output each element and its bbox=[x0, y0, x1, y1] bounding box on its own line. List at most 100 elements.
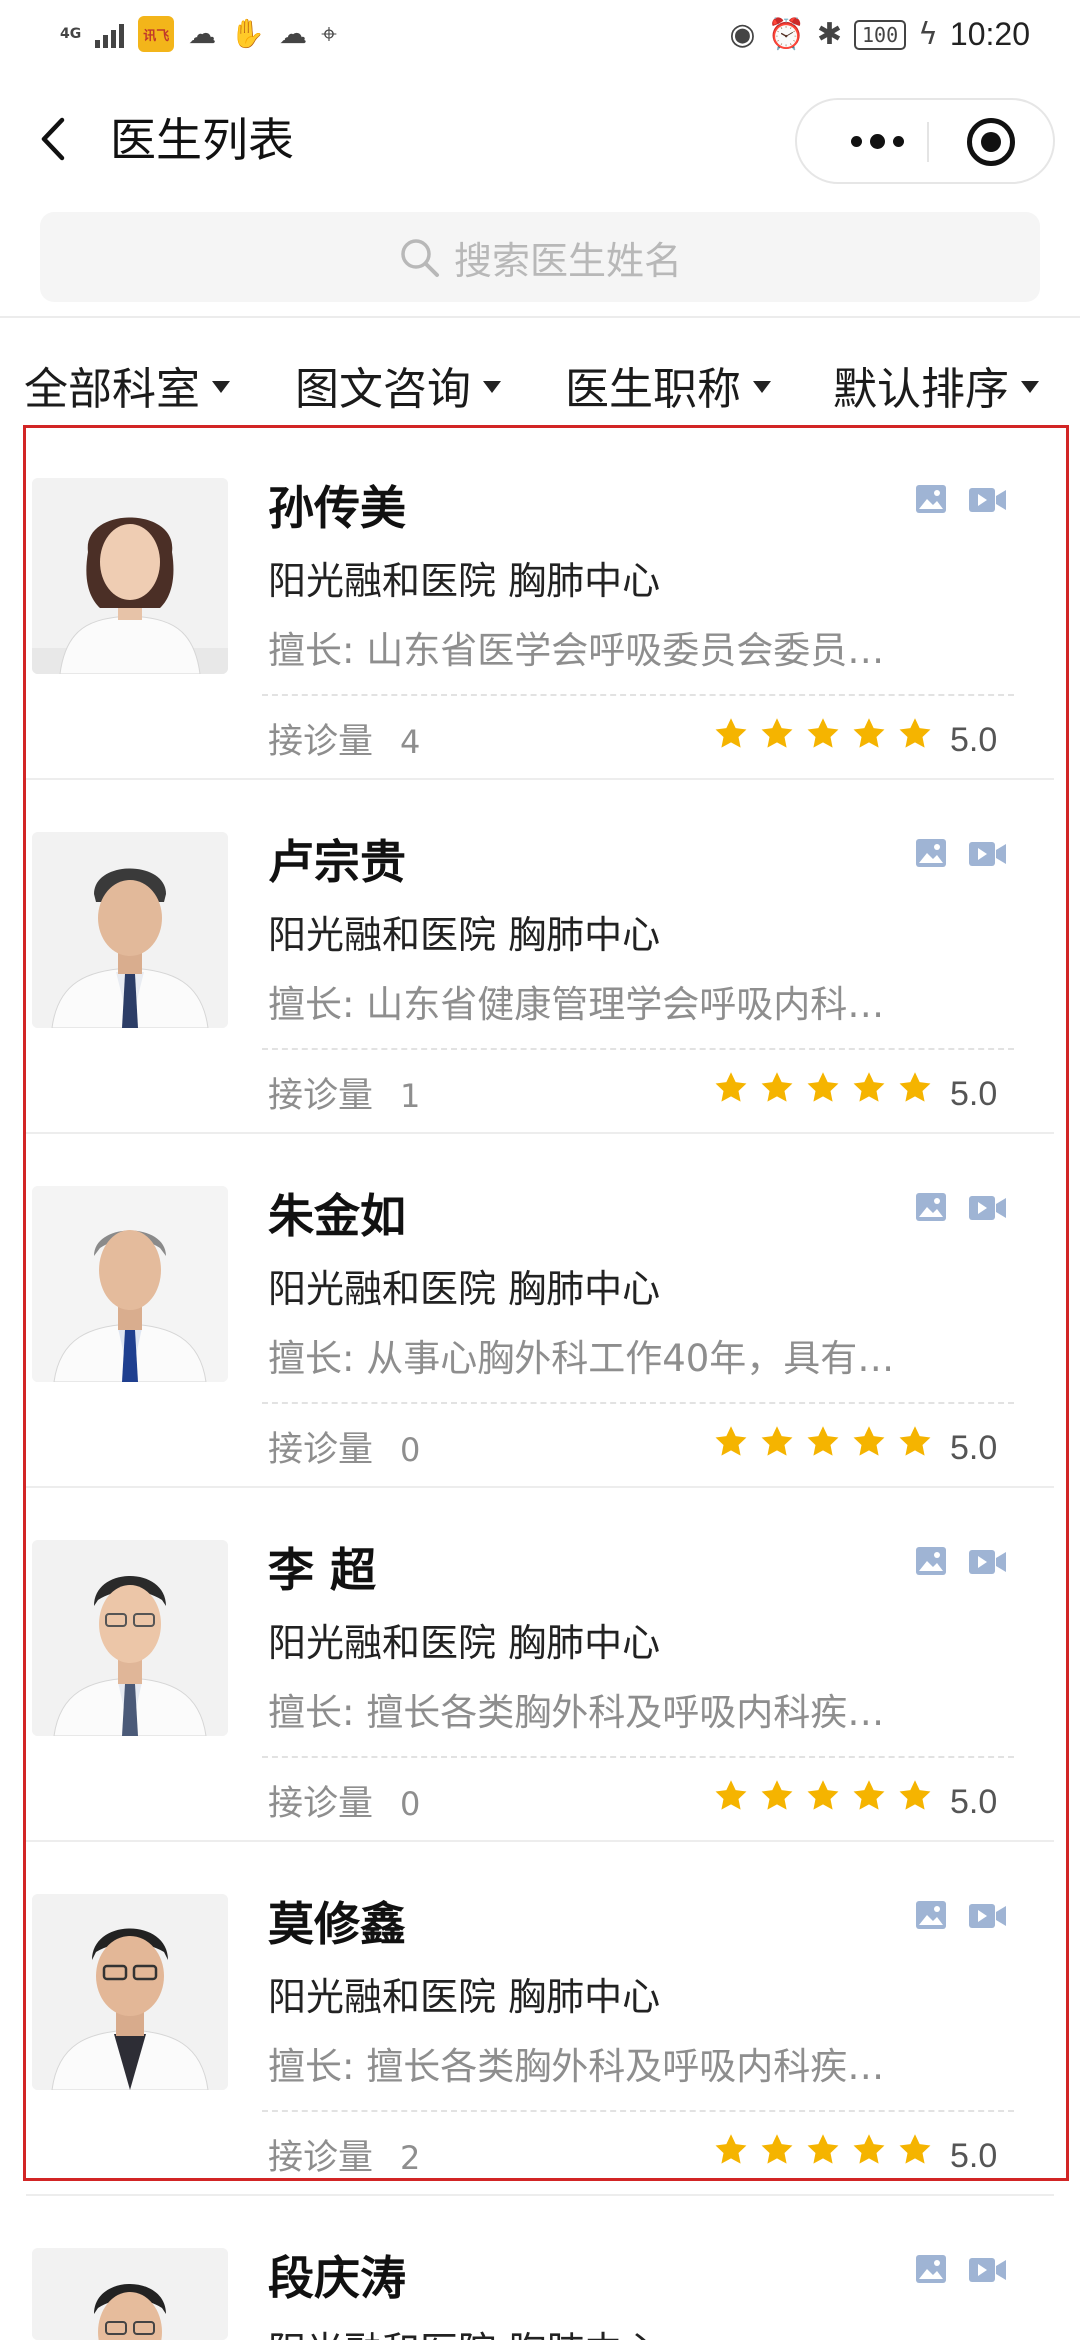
doctor-name: 李 超 bbox=[268, 1543, 377, 1597]
star-icon bbox=[899, 2134, 931, 2164]
image-consult-icon bbox=[916, 2255, 946, 2283]
doctor-avatar bbox=[32, 1186, 228, 1382]
star-icon bbox=[761, 1072, 793, 1102]
consult-count-label: 接诊量 bbox=[268, 1784, 374, 1824]
dashed-divider bbox=[262, 1756, 1014, 1758]
star-icon bbox=[715, 718, 747, 748]
filter-sort[interactable]: 默认排序 bbox=[833, 350, 1039, 420]
filter-label: 全部科室 bbox=[24, 364, 200, 415]
video-consult-icon bbox=[969, 842, 1006, 866]
doctor-specialty: 擅长: 山东省健康管理学会呼吸内科… bbox=[268, 983, 885, 1026]
dashed-divider bbox=[262, 694, 1014, 696]
star-rating bbox=[713, 2132, 933, 2168]
filter-consult-type[interactable]: 图文咨询 bbox=[295, 350, 501, 420]
video-consult-icon bbox=[969, 1904, 1006, 1928]
video-consult-icon bbox=[969, 1550, 1006, 1574]
video-consult-icon bbox=[969, 2258, 1006, 2282]
rating-score: 5.0 bbox=[950, 721, 998, 759]
filter-label: 医生职称 bbox=[565, 364, 741, 415]
image-consult-icon bbox=[916, 485, 946, 513]
rating-score: 5.0 bbox=[950, 1783, 998, 1821]
filter-label: 图文咨询 bbox=[295, 364, 471, 415]
status-right: ◉ ⏰ ✱ 100 ϟ 10:20 bbox=[729, 16, 1030, 53]
doctor-name: 段庆涛 bbox=[268, 2251, 406, 2305]
consult-count-label: 接诊量 bbox=[268, 722, 374, 762]
filter-bar: 全部科室 图文咨询 医生职称 默认排序 bbox=[0, 350, 1080, 420]
consult-count: 2 bbox=[400, 2139, 421, 2177]
doctor-specialty: 擅长: 从事心胸外科工作40年，具有… bbox=[268, 1337, 895, 1380]
star-icon bbox=[853, 1426, 885, 1456]
divider bbox=[0, 316, 1080, 318]
star-rating bbox=[713, 716, 933, 752]
more-icon[interactable] bbox=[837, 100, 917, 182]
doctor-hospital: 阳光融和医院 胸肺中心 bbox=[268, 2326, 660, 2340]
rating-score: 5.0 bbox=[950, 1429, 998, 1467]
back-icon[interactable] bbox=[34, 114, 74, 164]
signal-icon bbox=[95, 20, 125, 48]
consult-count: 0 bbox=[400, 1785, 421, 1823]
doctor-avatar bbox=[32, 1540, 228, 1736]
mini-program-capsule bbox=[795, 98, 1055, 184]
rating-score: 5.0 bbox=[950, 2137, 998, 2175]
doctor-card[interactable]: 卢宗贵 阳光融和医院 胸肺中心 擅长: 山东省健康管理学会呼吸内科… 接诊量 1… bbox=[0, 780, 1080, 1134]
star-rating bbox=[713, 1778, 933, 1814]
star-icon bbox=[899, 1072, 931, 1102]
doctor-avatar bbox=[32, 832, 228, 1028]
doctor-specialty: 擅长: 擅长各类胸外科及呼吸内科疾… bbox=[268, 1691, 885, 1734]
close-mini-program-icon[interactable] bbox=[967, 118, 1015, 166]
consult-count: 1 bbox=[400, 1077, 421, 1115]
status-left: 4G 讯飞 ☁ ✋ ☁ ⌖ bbox=[60, 16, 337, 52]
star-icon bbox=[715, 1426, 747, 1456]
doctor-card[interactable]: 莫修鑫 阳光融和医院 胸肺中心 擅长: 擅长各类胸外科及呼吸内科疾… 接诊量 2… bbox=[0, 1842, 1080, 2196]
doctor-name: 孙传美 bbox=[268, 481, 406, 535]
star-icon bbox=[853, 1072, 885, 1102]
consult-count: 4 bbox=[400, 723, 421, 761]
doctor-card[interactable]: 朱金如 阳光融和医院 胸肺中心 擅长: 从事心胸外科工作40年，具有… 接诊量 … bbox=[0, 1134, 1080, 1488]
doctor-hospital: 阳光融和医院 胸肺中心 bbox=[268, 559, 661, 603]
doctor-avatar bbox=[32, 478, 228, 674]
image-consult-icon bbox=[916, 839, 946, 867]
doctor-hospital: 阳光融和医院 胸肺中心 bbox=[268, 1267, 661, 1311]
nav-bar: 医生列表 bbox=[0, 90, 1080, 190]
consult-count: 0 bbox=[400, 1431, 421, 1469]
doctor-avatar bbox=[32, 2248, 228, 2340]
star-icon bbox=[853, 2134, 885, 2164]
star-icon bbox=[807, 2134, 839, 2164]
filter-department[interactable]: 全部科室 bbox=[24, 350, 230, 420]
star-icon bbox=[761, 1426, 793, 1456]
consult-count-label: 接诊量 bbox=[268, 1430, 374, 1470]
consult-count-label: 接诊量 bbox=[268, 2138, 374, 2178]
doctor-card[interactable]: 孙传美 阳光融和医院 胸肺中心 擅长: 山东省医学会呼吸委员会委员… 接诊量 4… bbox=[0, 426, 1080, 780]
search-input[interactable]: 搜索医生姓名 bbox=[40, 212, 1040, 302]
doctor-card[interactable]: 段庆涛 阳光融和医院 胸肺中心 bbox=[0, 2196, 1080, 2340]
star-icon bbox=[853, 1780, 885, 1810]
doctor-hospital: 阳光融和医院 胸肺中心 bbox=[268, 1621, 661, 1665]
star-icon bbox=[761, 2134, 793, 2164]
doctor-name: 朱金如 bbox=[268, 1189, 406, 1243]
alarm-icon: ⏰ bbox=[767, 17, 805, 52]
bluetooth-icon: ✱ bbox=[816, 17, 842, 52]
doctor-list: 孙传美 阳光融和医院 胸肺中心 擅长: 山东省医学会呼吸委员会委员… 接诊量 4… bbox=[0, 426, 1080, 2340]
doctor-name: 莫修鑫 bbox=[268, 1897, 406, 1951]
image-consult-icon bbox=[916, 1901, 946, 1929]
app-notification-icon: 讯飞 bbox=[138, 16, 175, 52]
consult-count-label: 接诊量 bbox=[268, 1076, 374, 1116]
eye-icon: ◉ bbox=[729, 17, 756, 52]
status-bar: 4G 讯飞 ☁ ✋ ☁ ⌖ ◉ ⏰ ✱ 100 ϟ 10:20 bbox=[0, 0, 1080, 72]
star-icon bbox=[807, 1426, 839, 1456]
filter-title[interactable]: 医生职称 bbox=[565, 350, 771, 420]
image-consult-icon bbox=[916, 1547, 946, 1575]
search-icon bbox=[401, 239, 439, 277]
doctor-hospital: 阳光融和医院 胸肺中心 bbox=[268, 1975, 661, 2019]
charging-icon: ϟ bbox=[918, 17, 938, 52]
dashed-divider bbox=[262, 1048, 1014, 1050]
doctor-card[interactable]: 李 超 阳光融和医院 胸肺中心 擅长: 擅长各类胸外科及呼吸内科疾… 接诊量 0… bbox=[0, 1488, 1080, 1842]
page-title: 医生列表 bbox=[110, 113, 294, 167]
video-consult-icon bbox=[969, 488, 1006, 512]
battery-icon: 100 bbox=[854, 19, 907, 50]
doctor-avatar bbox=[32, 1894, 228, 2090]
star-icon bbox=[899, 1780, 931, 1810]
doctor-specialty: 擅长: 山东省医学会呼吸委员会委员… bbox=[268, 629, 885, 672]
network-type: 4G bbox=[60, 26, 82, 42]
hand-icon: ✋ bbox=[230, 17, 266, 50]
